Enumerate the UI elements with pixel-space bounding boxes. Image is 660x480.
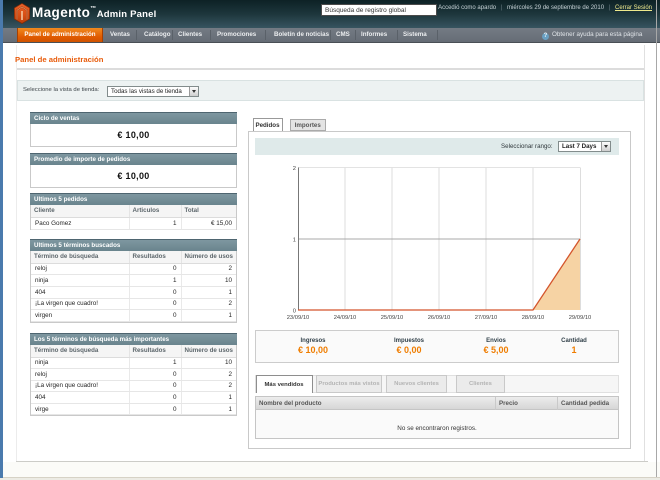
svg-text:26/09/10: 26/09/10 xyxy=(428,315,451,321)
svg-text:23/09/10: 23/09/10 xyxy=(287,315,310,321)
svg-text:28/09/10: 28/09/10 xyxy=(522,315,545,321)
svg-text:1: 1 xyxy=(293,238,296,244)
svg-text:0: 0 xyxy=(293,309,296,315)
svg-text:27/09/10: 27/09/10 xyxy=(475,315,498,321)
svg-text:29/09/10: 29/09/10 xyxy=(569,315,592,321)
svg-text:25/09/10: 25/09/10 xyxy=(381,315,404,321)
svg-text:2: 2 xyxy=(293,166,296,172)
svg-text:24/09/10: 24/09/10 xyxy=(334,315,357,321)
